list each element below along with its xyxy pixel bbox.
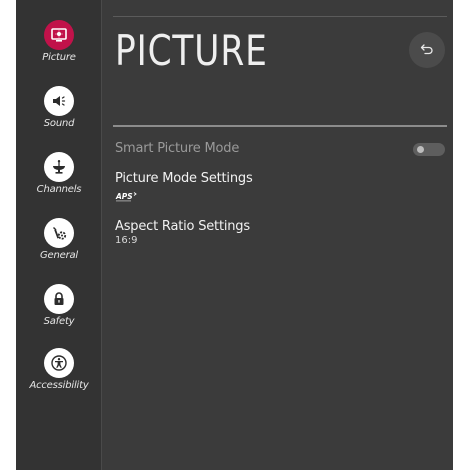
settings-sidebar: Picture Sound Channels General Safety Ac…: [16, 0, 102, 470]
aps-logo-icon: APS: [115, 188, 141, 207]
sidebar-item-general[interactable]: General: [16, 218, 102, 261]
page-title: PICTURE: [115, 26, 268, 75]
setting-label: Smart Picture Mode: [115, 141, 240, 156]
sidebar-item-label: Accessibility: [29, 380, 89, 391]
sidebar-item-sound[interactable]: Sound: [16, 86, 102, 129]
setting-smart-picture-mode[interactable]: Smart Picture Mode: [115, 141, 445, 156]
smart-picture-mode-toggle[interactable]: [413, 143, 445, 156]
back-button[interactable]: [409, 32, 445, 68]
toggle-knob: [417, 146, 424, 153]
setting-label: Aspect Ratio Settings: [115, 219, 250, 234]
back-arrow-icon: [420, 41, 434, 60]
sidebar-item-safety[interactable]: Safety: [16, 284, 102, 327]
divider: [113, 125, 447, 127]
setting-aspect-ratio[interactable]: Aspect Ratio Settings 16:9: [115, 219, 445, 246]
setting-picture-mode[interactable]: Picture Mode Settings APS: [115, 171, 445, 207]
sidebar-item-channels[interactable]: Channels: [16, 152, 102, 195]
sidebar-item-label: Picture: [42, 52, 76, 63]
picture-icon: [44, 20, 74, 50]
sidebar-item-label: General: [39, 250, 78, 261]
svg-text:APS: APS: [115, 192, 133, 201]
sidebar-item-accessibility[interactable]: Accessibility: [16, 348, 102, 391]
setting-value: 16:9: [115, 235, 138, 246]
divider: [113, 16, 447, 17]
speaker-icon: [44, 86, 74, 116]
tools-icon: [44, 218, 74, 248]
sidebar-item-label: Safety: [43, 316, 75, 327]
accessibility-icon: [44, 348, 74, 378]
settings-main-panel: PICTURE Smart Picture Mode Picture Mode …: [103, 0, 453, 470]
lock-icon: [44, 284, 74, 314]
satellite-dish-icon: [44, 152, 74, 182]
setting-label: Picture Mode Settings: [115, 171, 253, 186]
sidebar-item-label: Sound: [43, 118, 75, 129]
sidebar-item-label: Channels: [36, 184, 82, 195]
tv-settings-screen: Picture Sound Channels General Safety Ac…: [16, 0, 453, 470]
sidebar-item-picture[interactable]: Picture: [16, 20, 102, 63]
